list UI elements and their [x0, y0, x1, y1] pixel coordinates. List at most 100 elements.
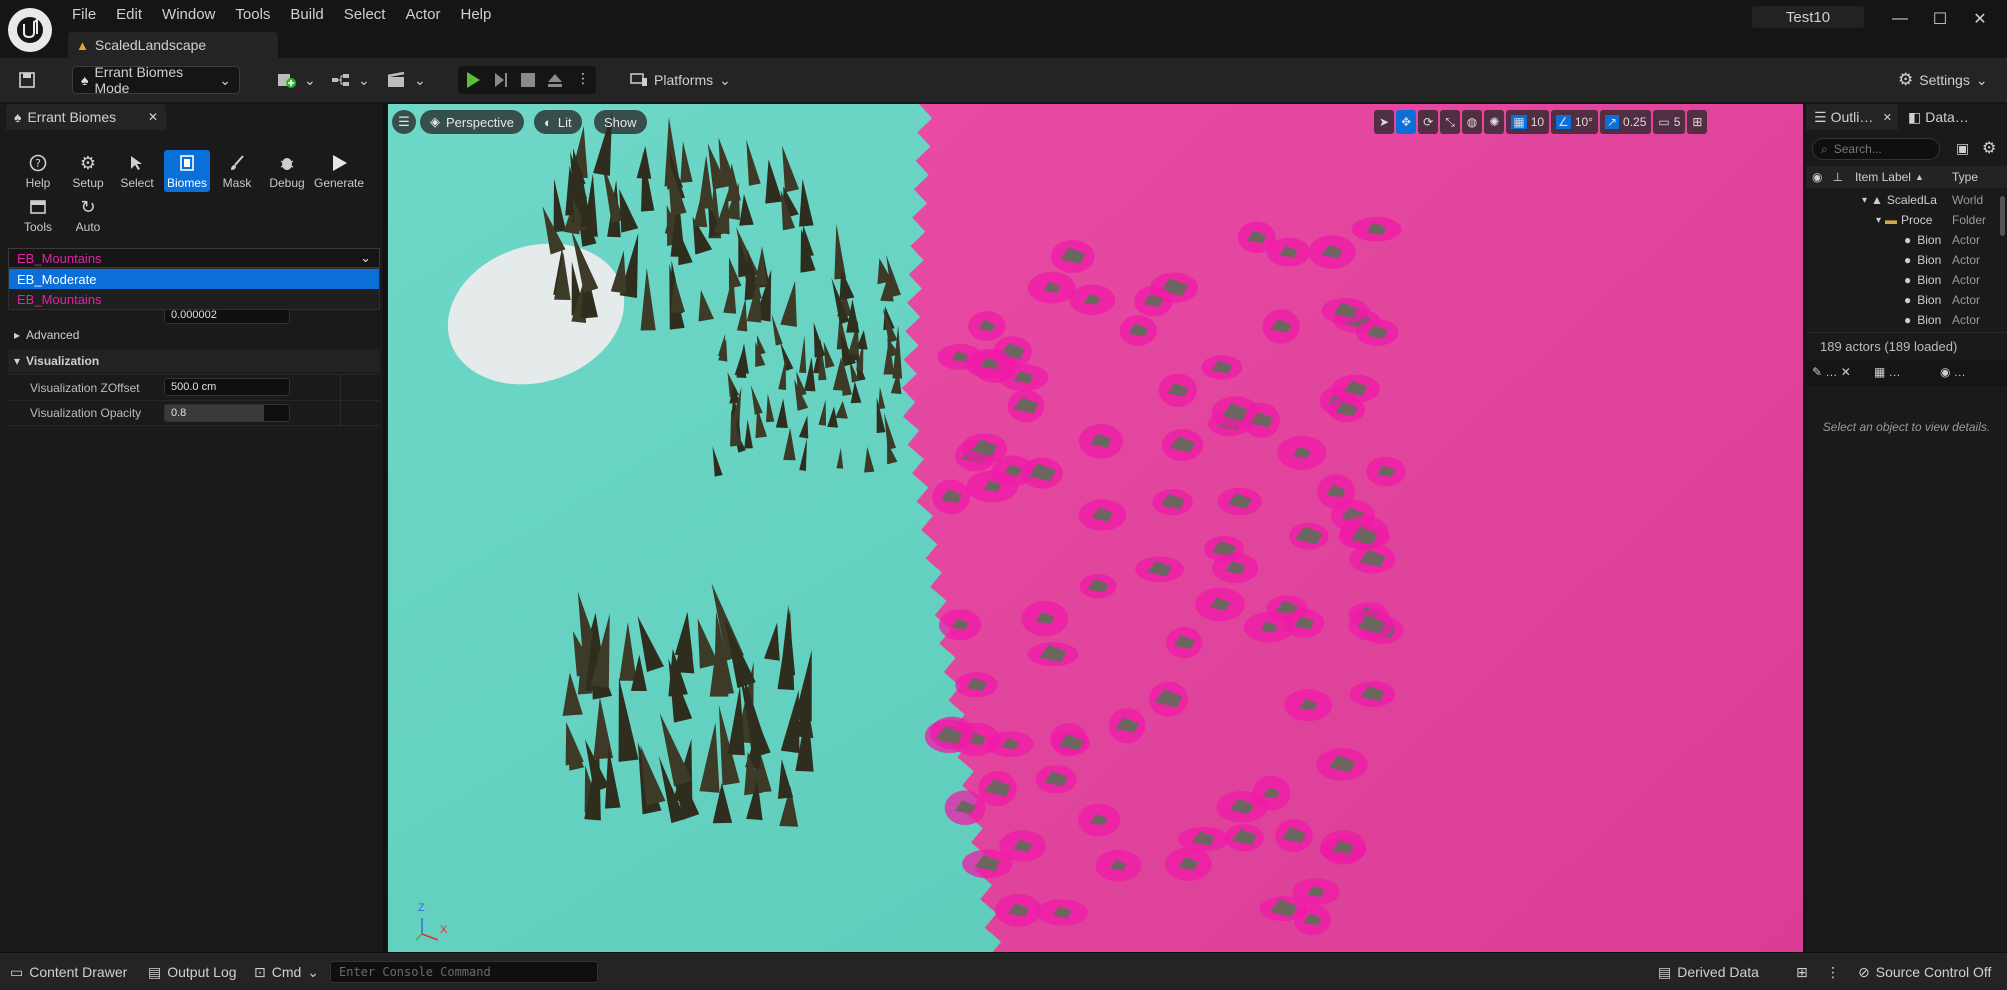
scale-snap-button[interactable]: ↗ 0.25 — [1599, 110, 1652, 134]
level-viewport[interactable]: ☰ ◈ Perspective ◐ Lit Show ➤ ✥ ⟳ ⤡ ◍ ✺ ▦… — [388, 104, 1803, 952]
outliner-row[interactable]: ● Bion Actor — [1806, 310, 2000, 330]
viz-zoffset-input[interactable]: 500.0 cm — [164, 378, 290, 396]
lit-button[interactable]: ◐ Lit — [534, 110, 582, 134]
title-bar: File Edit Window Tools Build Select Acto… — [0, 0, 2007, 58]
menu-window[interactable]: Window — [152, 4, 225, 26]
col-type[interactable]: Type — [1952, 170, 1978, 184]
environment-tab[interactable]: ◉ … — [1940, 365, 1984, 379]
select-mode-icon[interactable]: ➤ — [1374, 110, 1395, 134]
outliner-row[interactable]: ● Bion Actor — [1806, 230, 2000, 250]
eject-icon[interactable] — [546, 71, 564, 89]
world-space-icon[interactable]: ◍ — [1461, 110, 1483, 134]
surface-snap-icon[interactable]: ✺ — [1484, 110, 1505, 134]
grid-snap-button[interactable]: ▦ 10 — [1506, 110, 1550, 134]
biome-option-moderate[interactable]: EB_Moderate — [9, 269, 379, 289]
content-drawer-button[interactable]: ▭ Content Drawer — [10, 961, 127, 983]
outliner-panel: ☰ Outli… ✕ ◧ Data… ⌕ Search... ▣ ⚙ ◉ ⊥ I… — [1806, 104, 2007, 952]
more-options-icon[interactable]: ⋮ — [576, 70, 590, 87]
grid-icon: ▦ — [1511, 115, 1527, 129]
stop-icon[interactable] — [520, 72, 536, 88]
menu-help[interactable]: Help — [451, 4, 502, 26]
platforms-button[interactable]: Platforms ⌄ — [630, 66, 731, 94]
more-options-icon[interactable]: ⋮ — [1826, 961, 1840, 983]
outliner-tab[interactable]: ☰ Outli… ✕ — [1806, 104, 1898, 130]
tool-mask[interactable]: Mask — [214, 150, 260, 192]
close-tab-icon[interactable]: ✕ — [1883, 111, 1892, 124]
scale-icon[interactable]: ⤡ — [1440, 110, 1460, 134]
terminal-icon: ⊡ — [254, 963, 266, 980]
outliner-row[interactable]: ● Bion Actor — [1806, 290, 2000, 310]
console-input[interactable]: Enter Console Command — [330, 961, 598, 983]
rotation-snap-button[interactable]: ∠ 10° — [1551, 110, 1598, 134]
camera-speed-button[interactable]: ▭ 5 — [1653, 110, 1686, 134]
outliner-row[interactable]: ▾ ▬ Proce Folder — [1806, 210, 2000, 230]
tool-biomes[interactable]: Biomes — [164, 150, 210, 192]
play-icon[interactable] — [464, 70, 482, 90]
outliner-row[interactable]: ● Bion Actor — [1806, 250, 2000, 270]
chevron-down-icon: ⌄ — [219, 71, 231, 88]
close-tab-icon[interactable]: ✕ — [148, 110, 158, 124]
scale-snap-icon: ↗ — [1604, 115, 1620, 129]
outliner-row[interactable]: ● Bion Actor — [1806, 270, 2000, 290]
menu-select[interactable]: Select — [334, 4, 396, 26]
viewport-layout-icon[interactable]: ⊞ — [1687, 110, 1708, 134]
tool-tools[interactable]: Tools — [15, 194, 61, 236]
add-folder-icon[interactable]: ▣ — [1956, 140, 1969, 157]
details-tab[interactable]: ✎ … ✕ — [1812, 365, 1856, 379]
menu-file[interactable]: File — [62, 4, 106, 26]
cube-icon: ◈ — [430, 114, 440, 129]
add-actor-button[interactable]: ⌄ — [276, 66, 316, 94]
menu-actor[interactable]: Actor — [395, 4, 450, 26]
pin-icon[interactable]: ⊥ — [1832, 170, 1842, 184]
show-button[interactable]: Show — [594, 110, 647, 134]
chevron-down-icon: ⌄ — [360, 250, 371, 265]
gear-icon[interactable]: ⚙ — [1982, 138, 1996, 158]
biome-option-mountains[interactable]: EB_Mountains — [9, 289, 379, 309]
visualization-section[interactable]: ▾ Visualization — [8, 350, 380, 372]
axis-z-label: Z — [418, 902, 425, 914]
output-log-button[interactable]: ▤ Output Log — [148, 961, 237, 983]
visibility-icon[interactable]: ◉ — [1812, 170, 1822, 184]
viewport-menu-button[interactable]: ☰ — [392, 110, 416, 134]
menu-edit[interactable]: Edit — [106, 4, 152, 26]
advanced-section[interactable]: ▸ Advanced — [8, 324, 380, 346]
menu-build[interactable]: Build — [280, 4, 333, 26]
data-layers-tab[interactable]: ◧ Data… — [1900, 104, 2000, 130]
document-tab[interactable]: ▲ ScaledLandscape — [68, 32, 278, 58]
world-settings-tab[interactable]: ▦ … — [1874, 365, 1918, 379]
step-icon[interactable] — [492, 70, 510, 90]
biome-select[interactable]: EB_Mountains ⌄ — [8, 248, 380, 268]
perspective-button[interactable]: ◈ Perspective — [420, 110, 524, 134]
tool-generate[interactable]: Generate — [314, 150, 364, 192]
cinematics-button[interactable]: ⌄ — [386, 66, 426, 94]
tool-select[interactable]: Select — [114, 150, 160, 192]
rotate-icon[interactable]: ⟳ — [1418, 110, 1439, 134]
save-icon[interactable] — [18, 66, 36, 94]
blueprint-button[interactable]: ⌄ — [330, 66, 370, 94]
close-window-icon[interactable]: ✕ — [1962, 6, 1998, 32]
derived-data-button[interactable]: ▤ Derived Data — [1658, 961, 1759, 983]
source-control-button[interactable]: ⊘ Source Control Off — [1858, 961, 1991, 983]
maximize-icon[interactable]: ☐ — [1922, 6, 1958, 32]
col-item-label[interactable]: Item Label — [1855, 170, 1911, 184]
tool-debug[interactable]: Debug — [264, 150, 310, 192]
outliner-row[interactable]: ▾ ▲ ScaledLa World — [1806, 190, 2000, 210]
outliner-scrollbar[interactable] — [2000, 196, 2005, 236]
viz-opacity-label: Visualization Opacity — [30, 406, 142, 420]
mode-dropdown[interactable]: ♠ Errant Biomes Mode ⌄ — [72, 64, 240, 96]
cmd-dropdown[interactable]: ⊡ Cmd ⌄ — [254, 961, 319, 983]
network-icon[interactable]: ⊞ — [1796, 961, 1808, 983]
panel-tab[interactable]: ♠ Errant Biomes ✕ — [6, 104, 166, 130]
minimize-icon[interactable]: — — [1882, 6, 1918, 32]
translate-icon[interactable]: ✥ — [1396, 110, 1417, 134]
settings-button[interactable]: ⚙ Settings ⌄ — [1898, 66, 1988, 94]
menu-tools[interactable]: Tools — [225, 4, 280, 26]
tool-setup[interactable]: ⚙ Setup — [65, 150, 111, 192]
hamburger-icon: ☰ — [398, 114, 410, 129]
chevron-down-icon: ⌄ — [414, 71, 426, 88]
unreal-logo-icon[interactable] — [8, 8, 52, 52]
tool-help[interactable]: ? Help — [15, 150, 61, 192]
viz-opacity-slider[interactable]: 0.8 — [164, 404, 290, 422]
outliner-search-input[interactable]: ⌕ Search... — [1812, 138, 1940, 160]
tool-auto[interactable]: ↻ Auto — [65, 194, 111, 236]
